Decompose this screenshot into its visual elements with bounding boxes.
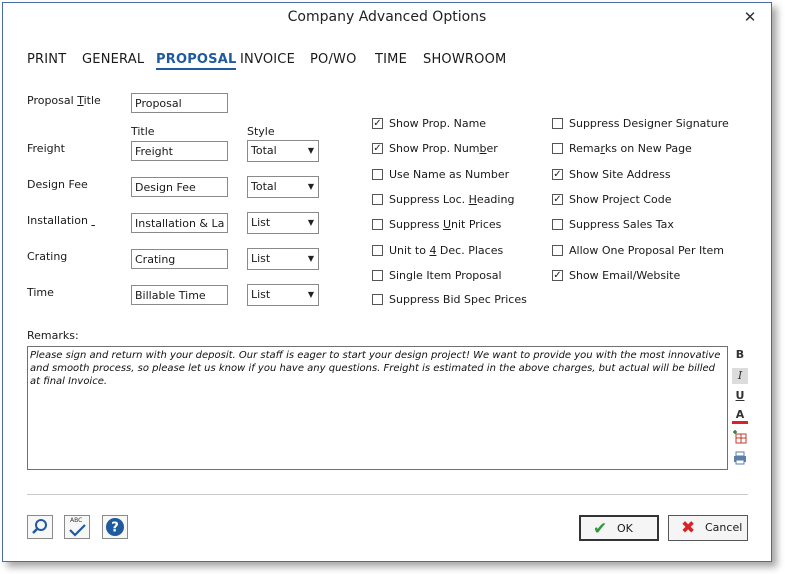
installation-label: Installation [27, 214, 88, 227]
chevron-down-icon: ▼ [307, 146, 314, 155]
tab-print[interactable]: PRINT [27, 52, 66, 67]
search-icon [32, 519, 47, 534]
checkbox-box[interactable] [372, 294, 383, 305]
checkbox-box[interactable] [552, 118, 563, 129]
checkbox-label: Show Site Address [569, 168, 671, 181]
ok-button[interactable]: ✔ OK [579, 515, 659, 541]
window-title: Company Advanced Options [287, 9, 487, 25]
bold-button[interactable]: B [732, 347, 748, 363]
design-fee-label: Design Fee [27, 178, 88, 191]
checkbox-box[interactable] [552, 143, 563, 154]
checkbox-box[interactable] [372, 245, 383, 256]
chevron-down-icon: ▼ [307, 182, 314, 191]
design-fee-style-value: Total [251, 180, 277, 193]
help-icon: ? [106, 518, 124, 536]
checkbox-label: Show Prop. Number [389, 142, 498, 155]
tab-proposal[interactable]: PROPOSAL [156, 52, 237, 70]
checkbox-label: Suppress Unit Prices [389, 218, 502, 231]
checkbox-label: Remarks on New Page [569, 142, 692, 155]
cancel-label: Cancel [705, 521, 743, 534]
checkbox-label: Allow One Proposal Per Item [569, 244, 725, 257]
checkbox-box[interactable] [372, 270, 383, 281]
checkbox-box[interactable] [552, 245, 563, 256]
checkbox-label: Suppress Bid Spec Prices [389, 293, 527, 306]
remarks-textarea[interactable]: Please sign and return with your deposit… [27, 346, 728, 470]
time-style-value: List [251, 288, 271, 301]
installation-title-input[interactable]: Installation & La [131, 213, 228, 233]
checkbox-box[interactable]: ✓ [372, 143, 383, 154]
checkbox-box[interactable] [372, 194, 383, 205]
checkbox-box[interactable] [372, 169, 383, 180]
crating-label: Crating [27, 250, 68, 263]
crating-style-value: List [251, 252, 271, 265]
time-title-input[interactable]: Billable Time [131, 285, 228, 305]
underline-button[interactable]: U [732, 388, 748, 404]
checkbox-label: Single Item Proposal [389, 269, 502, 282]
time-style-select[interactable]: List ▼ [247, 284, 319, 306]
crating-style-select[interactable]: List ▼ [247, 248, 319, 270]
spell-check-text: ABC [70, 517, 83, 524]
checkbox-label: Unit to 4 Dec. Places [389, 244, 504, 257]
checkbox-label: Use Name as Number [389, 168, 510, 181]
checkbox-box[interactable]: ✓ [552, 194, 563, 205]
checkbox-box[interactable]: ✓ [372, 118, 383, 129]
print-icon[interactable] [732, 451, 748, 467]
time-label: Time [27, 286, 54, 299]
tab-invoice[interactable]: INVOICE [240, 52, 295, 67]
chevron-down-icon: ▼ [307, 254, 314, 263]
search-button[interactable] [27, 515, 53, 539]
freight-title-input[interactable]: Freight [131, 141, 228, 161]
cancel-x-icon: ✖ [681, 518, 696, 538]
title-column-header: Title [131, 125, 155, 138]
tab-powo[interactable]: PO/WO [310, 52, 357, 67]
checkbox-box[interactable]: ✓ [552, 270, 563, 281]
checkbox-box[interactable] [552, 219, 563, 230]
proposal-title-label: Proposal Title [27, 94, 101, 107]
crating-title-input[interactable]: Crating [131, 249, 228, 269]
freight-label: Freight [27, 142, 65, 155]
checkbox-label: Suppress Sales Tax [569, 218, 674, 231]
proposal-title-input[interactable]: Proposal [131, 93, 228, 113]
tab-time[interactable]: TIME [375, 52, 407, 67]
checkbox-box[interactable] [372, 219, 383, 230]
freight-style-select[interactable]: Total ▼ [247, 140, 319, 162]
help-button[interactable]: ? [102, 515, 128, 539]
font-color-button[interactable]: A [732, 408, 748, 424]
tab-showroom[interactable]: SHOWROOM [423, 52, 506, 67]
divider [27, 494, 748, 495]
svg-text:?: ? [111, 521, 119, 536]
freight-style-value: Total [251, 144, 277, 157]
close-icon[interactable]: ✕ [739, 6, 761, 28]
tab-general[interactable]: GENERAL [82, 52, 144, 67]
remarks-label: Remarks: [27, 329, 79, 342]
checkbox-label: Suppress Loc. Heading [389, 193, 515, 206]
advanced-options-dialog: Company Advanced Options ✕ PRINT GENERAL… [2, 2, 772, 562]
style-column-header: Style [247, 125, 275, 138]
design-fee-title-input[interactable]: Design Fee [131, 177, 228, 197]
installation-style-select[interactable]: List ▼ [247, 212, 319, 234]
insert-table-icon[interactable] [732, 430, 748, 446]
italic-button[interactable]: I [732, 368, 748, 384]
installation-style-value: List [251, 216, 271, 229]
ok-label: OK [617, 522, 633, 535]
checkbox-box[interactable]: ✓ [552, 169, 563, 180]
checkbox-label: Show Email/Website [569, 269, 681, 282]
design-fee-style-select[interactable]: Total ▼ [247, 176, 319, 198]
checkbox-label: Show Prop. Name [389, 117, 487, 130]
chevron-down-icon: ▼ [307, 218, 314, 227]
chevron-down-icon: ▼ [307, 290, 314, 299]
spell-check-button[interactable]: ABC [64, 515, 90, 539]
cancel-button[interactable]: ✖ Cancel [668, 515, 748, 541]
spell-check-icon [69, 524, 86, 537]
checkmark-icon: ✔ [593, 519, 608, 539]
checkbox-label: Suppress Designer Signature [569, 117, 729, 130]
checkbox-label: Show Project Code [569, 193, 672, 206]
